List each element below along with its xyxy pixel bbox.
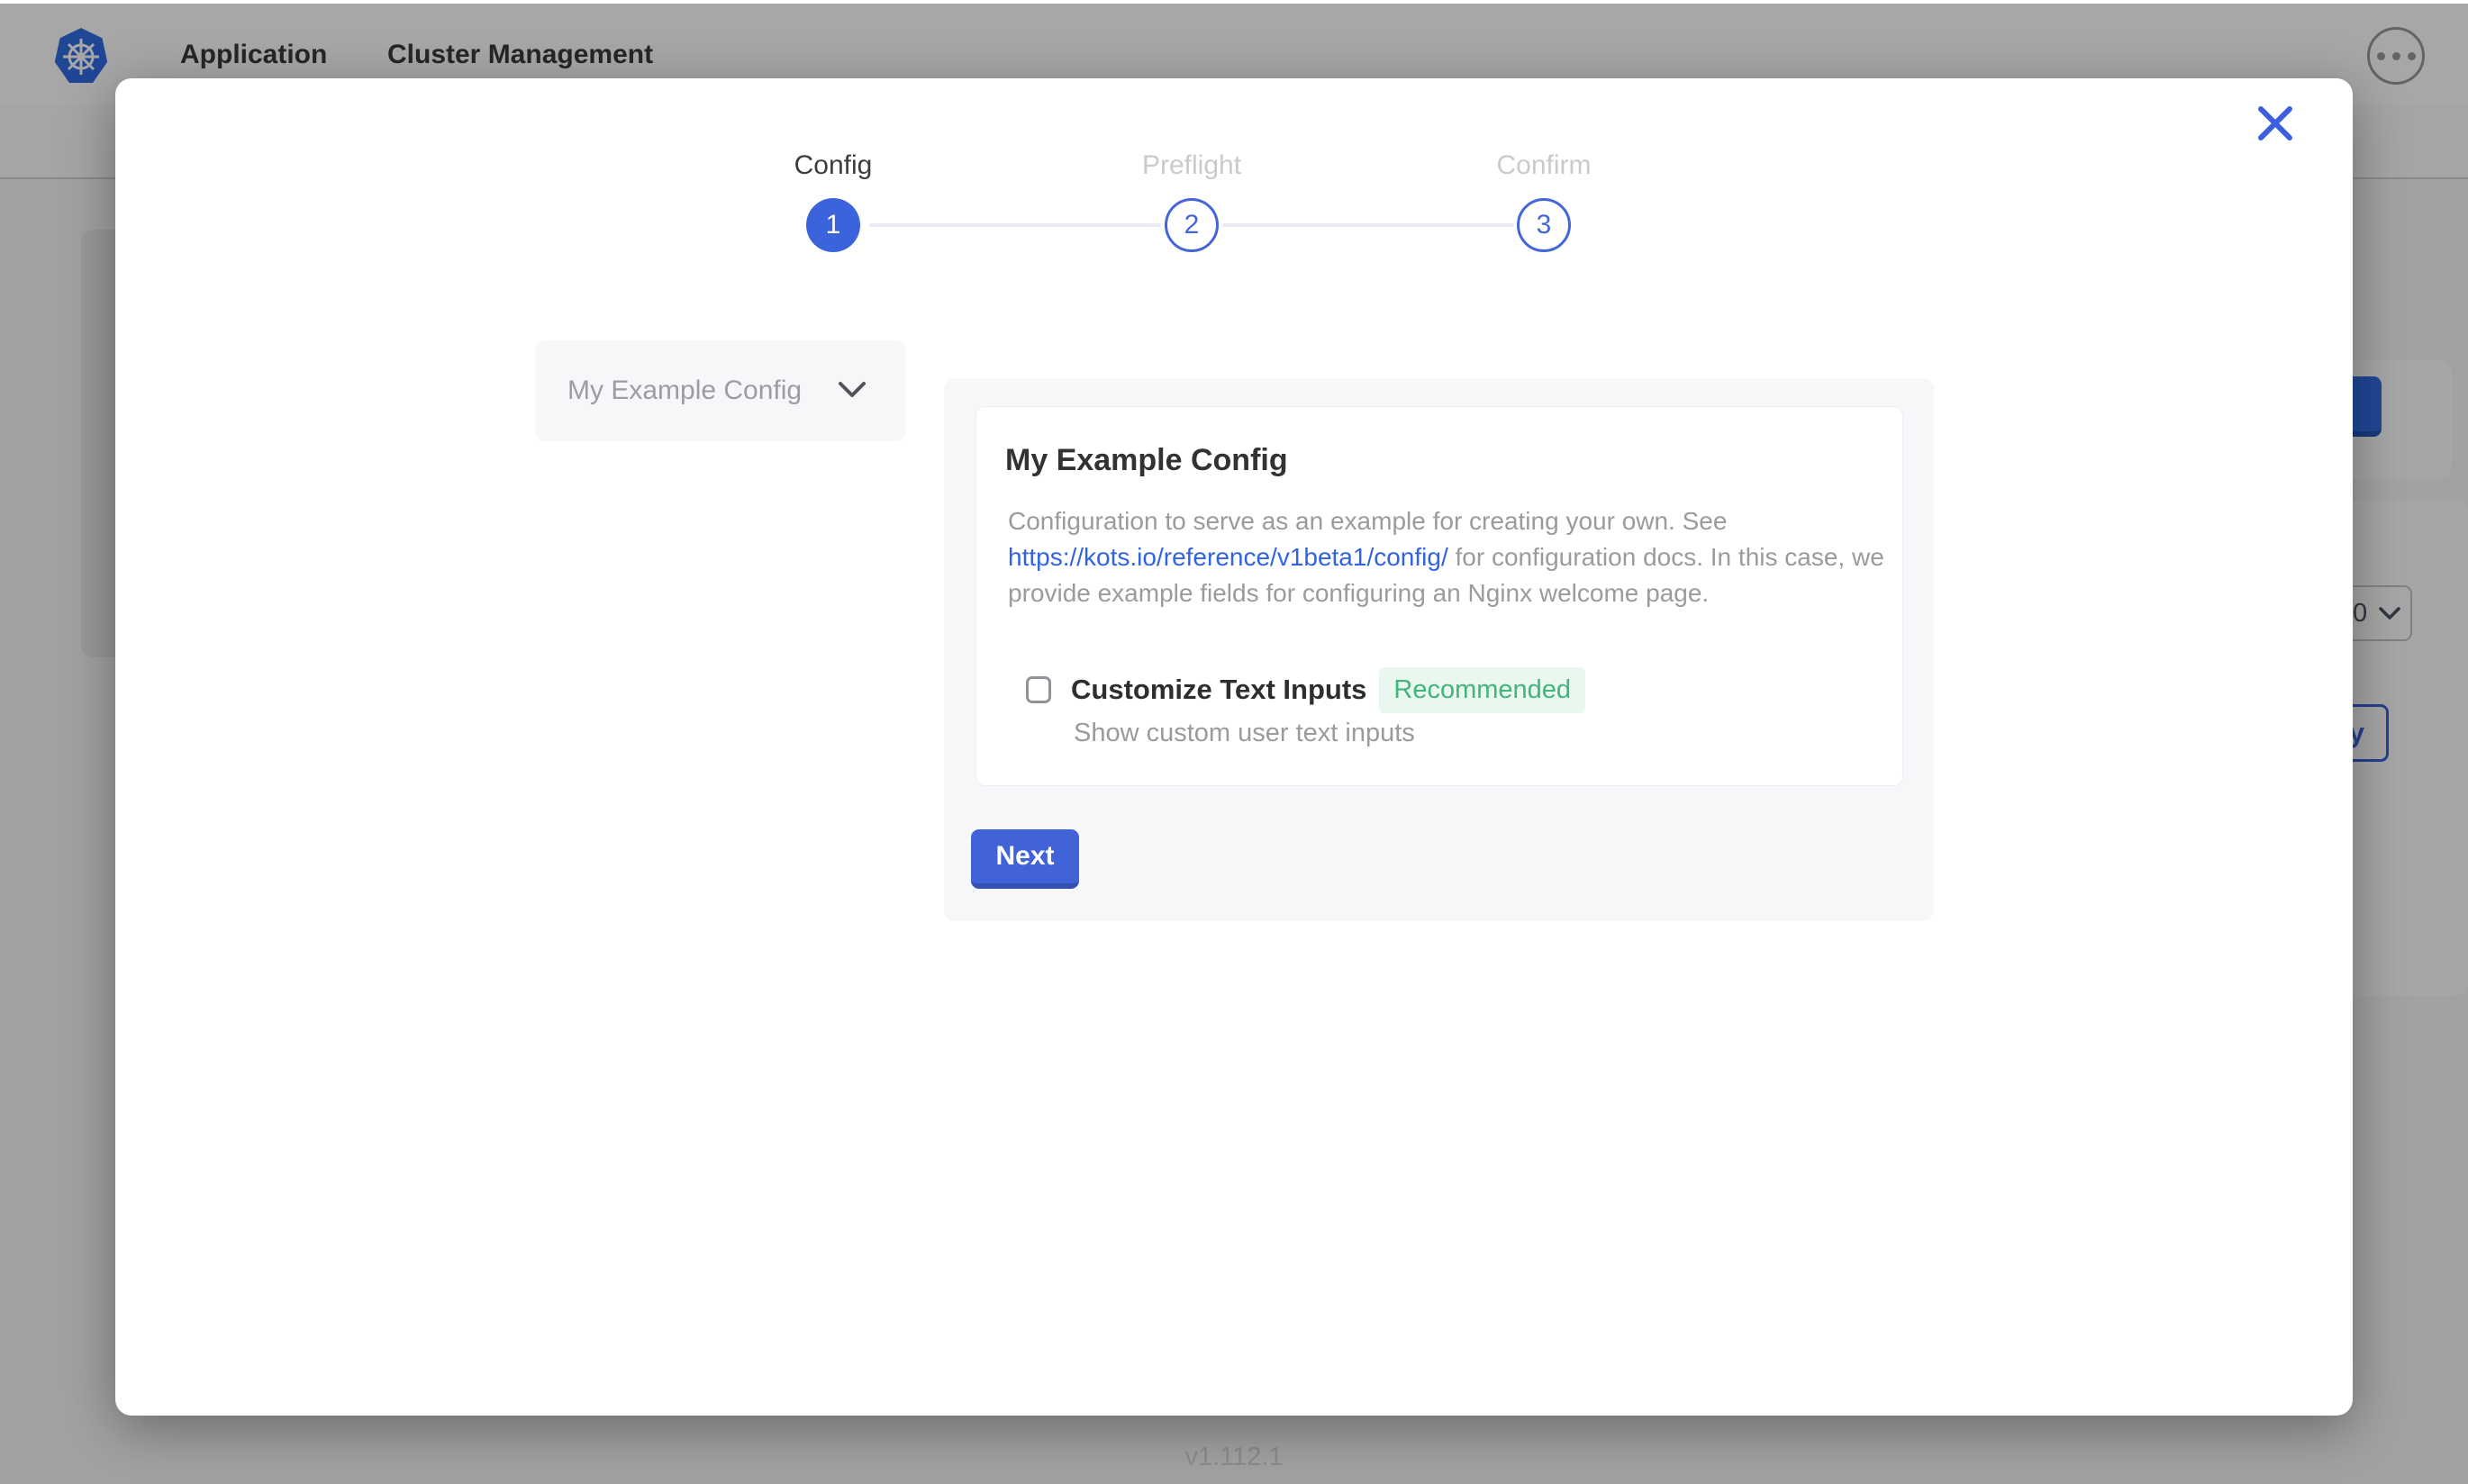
config-group-card: My Example Config Configuration to serve… — [975, 406, 1903, 786]
step-circle-1[interactable]: 1 — [806, 198, 860, 252]
step-label-preflight: Preflight — [1057, 150, 1327, 181]
config-wizard-modal: Config Preflight Confirm 1 2 3 My Exampl… — [115, 78, 2353, 1416]
step-connector — [869, 223, 1161, 227]
customize-text-inputs-row: Customize Text Inputs Recommended — [1026, 663, 1585, 717]
chevron-down-icon — [837, 380, 867, 400]
step-circle-3[interactable]: 3 — [1517, 198, 1571, 252]
config-group-dropdown[interactable]: My Example Config — [536, 340, 905, 441]
close-icon — [2257, 106, 2293, 140]
step-label-confirm: Confirm — [1409, 150, 1679, 181]
recommended-badge: Recommended — [1379, 667, 1585, 713]
config-panel: My Example Config Configuration to serve… — [944, 378, 1934, 921]
config-group-title: My Example Config — [1005, 443, 1288, 478]
customize-text-inputs-help: Show custom user text inputs — [1074, 719, 1415, 748]
step-label-config: Config — [698, 150, 968, 181]
step-circle-2[interactable]: 2 — [1165, 198, 1219, 252]
config-group-dropdown-label: My Example Config — [567, 340, 802, 441]
step-connector — [1222, 223, 1514, 227]
next-button[interactable]: Next — [971, 829, 1079, 889]
top-edge-strip — [0, 0, 2468, 4]
close-modal-button[interactable] — [2246, 95, 2304, 152]
customize-text-inputs-label[interactable]: Customize Text Inputs — [1071, 674, 1366, 706]
customize-text-inputs-checkbox[interactable] — [1026, 676, 1051, 703]
config-group-description: Configuration to serve as an example for… — [1008, 503, 1900, 611]
config-docs-link[interactable]: https://kots.io/reference/v1beta1/config… — [1008, 543, 1448, 571]
kots-admin-console: Application Cluster Management 0 y v1.11… — [0, 0, 2468, 1484]
description-text: Configuration to serve as an example for… — [1008, 507, 1727, 535]
